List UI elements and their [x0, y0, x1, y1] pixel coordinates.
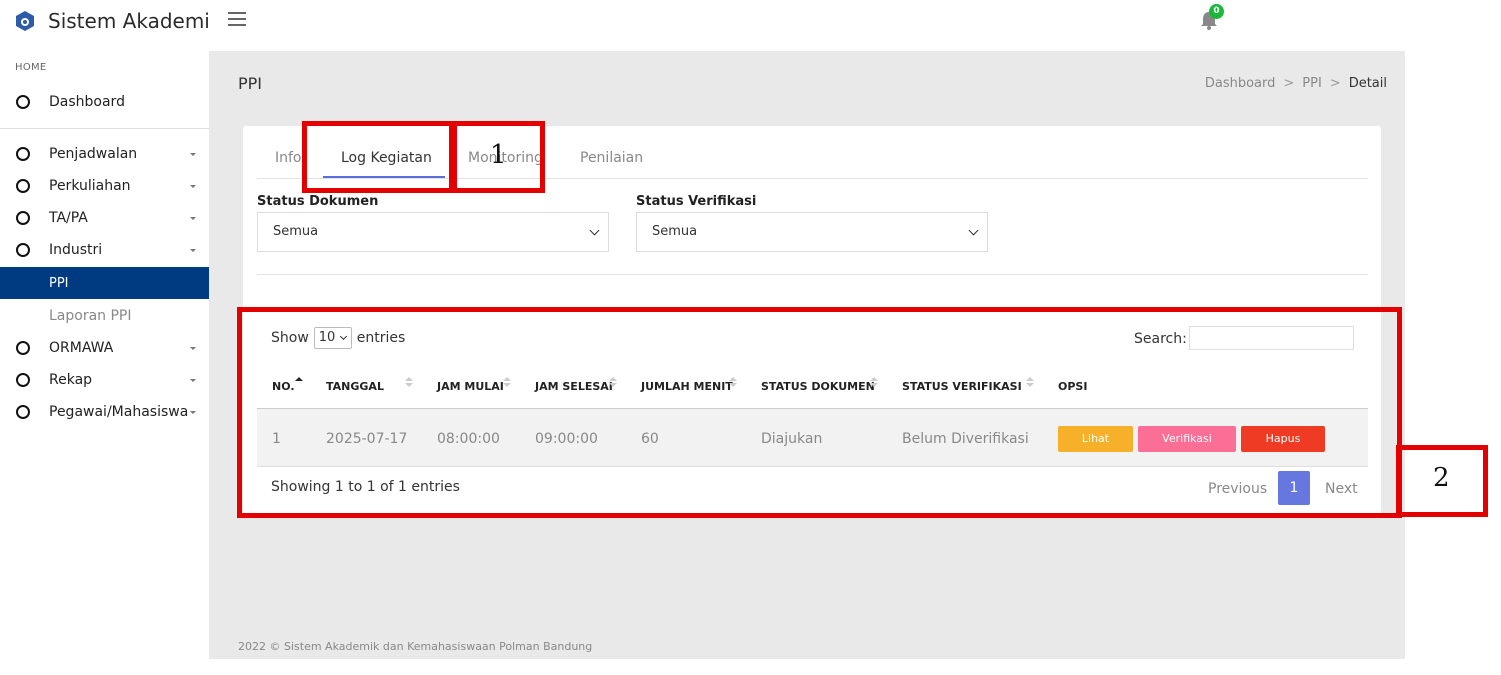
annotation-number-1: 1 — [490, 140, 507, 170]
sidebar-item-label: Penjadwalan — [49, 146, 138, 162]
chevron-down-icon — [589, 225, 600, 236]
caret-down-icon — [190, 410, 196, 414]
breadcrumb-dashboard[interactable]: Dashboard — [1205, 76, 1276, 91]
circle-icon — [16, 147, 30, 161]
tab-info[interactable]: Info — [275, 150, 302, 166]
caret-down-icon — [190, 248, 196, 252]
circle-icon — [16, 373, 30, 387]
tab-penilaian[interactable]: Penilaian — [580, 150, 643, 166]
status-dokumen-label: Status Dokumen — [257, 194, 379, 209]
sidebar-section-label: HOME — [15, 62, 47, 73]
app-logo-icon — [16, 11, 34, 31]
sidebar-item-label: Perkuliahan — [49, 178, 131, 194]
circle-icon — [16, 405, 30, 419]
chevron-down-icon — [968, 225, 979, 236]
sidebar-item-ppi[interactable]: PPI — [0, 267, 209, 299]
footer-text: 2022 © Sistem Akademik dan Kemahasiswaan… — [238, 640, 593, 653]
sidebar-item-laporan-ppi[interactable]: Laporan PPI — [0, 300, 209, 332]
app-title: Sistem Akademik — [48, 9, 210, 33]
annotation-box-tab — [302, 121, 454, 193]
sidebar-item-rekap[interactable]: Rekap — [0, 364, 209, 396]
divider — [257, 274, 1368, 275]
status-dokumen-select[interactable]: Semua — [257, 212, 609, 252]
circle-icon — [16, 211, 30, 225]
caret-down-icon — [190, 152, 196, 156]
sidebar-item-label: Dashboard — [49, 94, 125, 110]
annotation-number-2: 2 — [1433, 463, 1450, 493]
sidebar-item-label: PPI — [49, 275, 69, 291]
notification-badge: 0 — [1209, 4, 1224, 19]
annotation-box-table — [237, 307, 1402, 518]
breadcrumb-detail: Detail — [1348, 76, 1387, 91]
sidebar-item-ta-pa[interactable]: TA/PA — [0, 202, 209, 234]
circle-icon — [16, 179, 30, 193]
sidebar-item-label: Laporan PPI — [49, 308, 132, 324]
sidebar-item-industri[interactable]: Industri — [0, 234, 209, 266]
breadcrumb-separator: > — [1283, 76, 1295, 91]
status-verifikasi-select[interactable]: Semua — [636, 212, 988, 252]
breadcrumb-separator: > — [1329, 76, 1341, 91]
sidebar-item-perkuliahan[interactable]: Perkuliahan — [0, 170, 209, 202]
sidebar-item-penjadwalan[interactable]: Penjadwalan — [0, 138, 209, 170]
caret-down-icon — [190, 184, 196, 188]
sidebar-item-pegawai-mahasiswa[interactable]: Pegawai/Mahasiswa — [0, 396, 209, 428]
top-navbar: Sistem Akademik 0 — [0, 0, 1405, 51]
sidebar-item-label: Industri — [49, 242, 103, 258]
sidebar-item-label: Rekap — [49, 372, 93, 388]
status-dokumen-value: Semua — [273, 224, 319, 239]
caret-down-icon — [190, 346, 196, 350]
page-title: PPI — [238, 74, 263, 93]
sidebar-item-label: ORMAWA — [49, 340, 114, 356]
caret-down-icon — [190, 216, 196, 220]
sidebar-item-dashboard[interactable]: Dashboard — [0, 86, 209, 118]
caret-down-icon — [190, 378, 196, 382]
circle-icon — [16, 341, 30, 355]
breadcrumb: Dashboard > PPI > Detail — [1205, 76, 1387, 91]
breadcrumb-ppi[interactable]: PPI — [1302, 76, 1322, 91]
status-verifikasi-label: Status Verifikasi — [636, 194, 757, 209]
sidebar-item-label: TA/PA — [49, 210, 88, 226]
sidebar: HOME Dashboard Penjadwalan Perkuliahan T… — [0, 51, 209, 675]
sidebar-divider — [0, 128, 209, 129]
sidebar-item-label: Pegawai/Mahasiswa — [49, 404, 189, 420]
menu-toggle-icon[interactable] — [228, 12, 246, 28]
status-verifikasi-value: Semua — [652, 224, 698, 239]
sidebar-item-ormawa[interactable]: ORMAWA — [0, 332, 209, 364]
circle-icon — [16, 95, 30, 109]
circle-icon — [16, 243, 30, 257]
